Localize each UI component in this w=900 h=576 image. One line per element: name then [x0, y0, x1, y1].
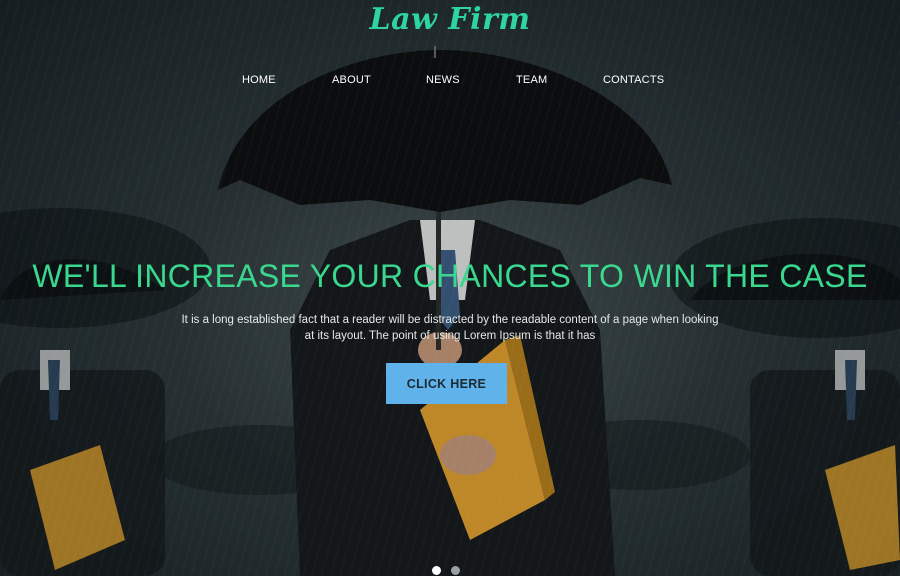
- slider-pagination: [432, 566, 472, 576]
- hero-description: It is a long established fact that a rea…: [180, 312, 720, 344]
- hero-headline: WE'LL INCREASE YOUR CHANCES TO WIN THE C…: [32, 258, 868, 294]
- nav-item-contacts[interactable]: CONTACTS: [603, 74, 664, 86]
- hero-slide: Law Firm HOME ABOUT NEWS TEAM CONTACTS W…: [0, 0, 900, 576]
- nav-item-news[interactable]: NEWS: [426, 74, 460, 86]
- hero-description-line-1: It is a long established fact that a rea…: [181, 314, 719, 326]
- click-here-button[interactable]: CLICK HERE: [386, 363, 507, 404]
- logo[interactable]: Law Firm: [0, 2, 900, 37]
- main-nav: HOME ABOUT NEWS TEAM CONTACTS: [0, 74, 900, 88]
- nav-item-about[interactable]: ABOUT: [332, 74, 371, 86]
- nav-item-team[interactable]: TEAM: [516, 74, 547, 86]
- slider-dot-icon[interactable]: [432, 566, 441, 575]
- nav-item-home[interactable]: HOME: [242, 74, 276, 86]
- hero-description-line-2: at its layout. The point of using Lorem …: [304, 330, 596, 342]
- slider-dot-icon[interactable]: [451, 566, 460, 575]
